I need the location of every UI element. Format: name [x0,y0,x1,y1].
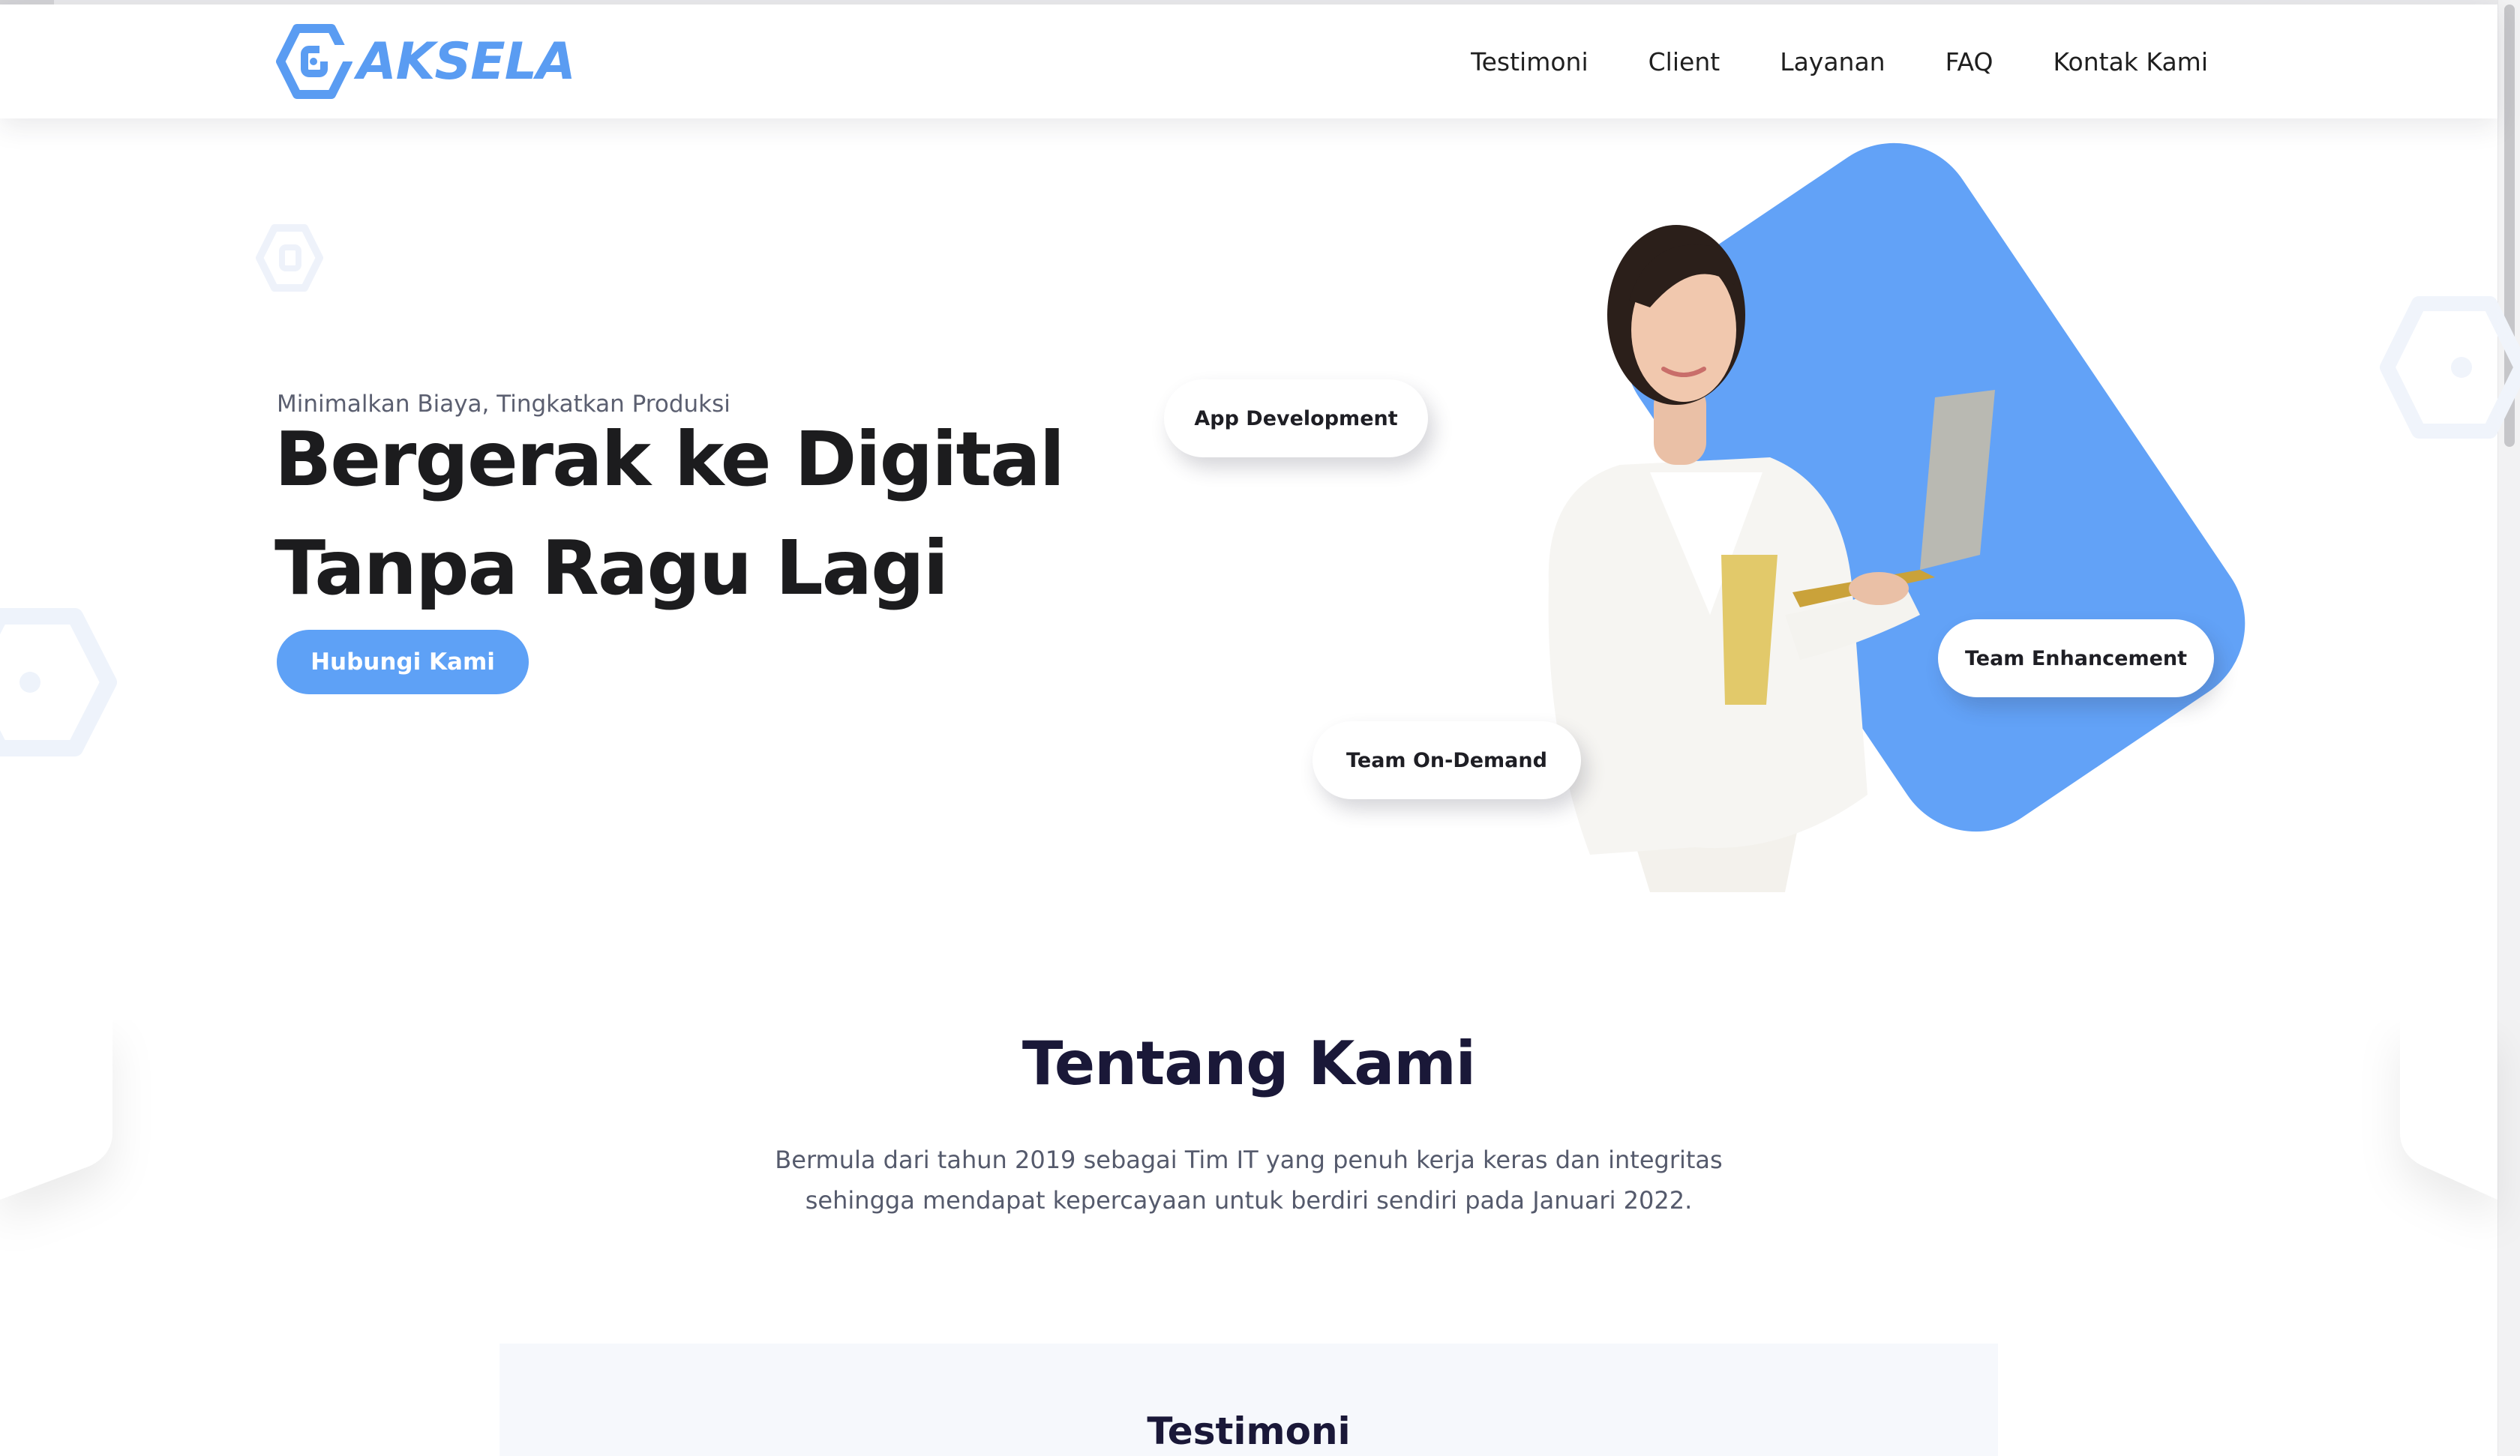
nav-link-layanan[interactable]: Layanan [1780,47,1885,76]
nav-link-client[interactable]: Client [1648,47,1720,76]
about-title: Tentang Kami [1022,1029,1476,1098]
hero-illustration: App Development Team Enhancement Team On… [1125,135,2265,900]
about-description: Bermula dari tahun 2019 sebagai Tim IT y… [750,1140,1748,1221]
nav-link-testimoni[interactable]: Testimoni [1471,47,1588,76]
nav-link-kontak-kami[interactable]: Kontak Kami [2054,47,2208,76]
brand-logo[interactable]: AKSELA [274,21,576,102]
hubungi-kami-button[interactable]: Hubungi Kami [277,630,529,694]
team-on-demand-badge: Team On-Demand [1312,721,1581,799]
hero-title-line: Bergerak ke Digital [274,415,1065,503]
decorative-hexagon-icon [2380,296,2520,439]
brand-name: AKSELA [357,31,576,91]
decorative-hexagon-icon [256,224,323,292]
about-description-line: sehingga mendapat kepercayaan untuk berd… [805,1186,1693,1215]
hero-title: Bergerak ke Digital Tanpa Ragu Lagi [274,405,1174,622]
hexagon-logo-icon [276,24,352,99]
nav-link-faq[interactable]: FAQ [1946,47,1994,76]
main-nav: Testimoni Client Layanan FAQ Kontak Kami [1471,4,2208,118]
hero-title-line: Tanpa Ragu Lagi [274,524,949,612]
decorative-hexagon-icon [0,608,117,756]
woman-with-laptop-illustration [1548,142,2246,892]
team-enhancement-badge: Team Enhancement [1938,619,2214,697]
app-development-badge: App Development [1164,379,1428,457]
site-header: AKSELA Testimoni Client Layanan FAQ Kont… [0,4,2498,118]
about-description-line: Bermula dari tahun 2019 sebagai Tim IT y… [775,1146,1723,1174]
testimoni-title: Testimoni [1147,1410,1351,1453]
